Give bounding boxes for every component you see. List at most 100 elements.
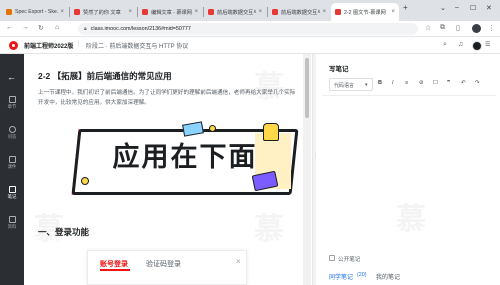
back-arrow-icon[interactable]: ← — [7, 72, 16, 82]
back-icon[interactable]: ← — [6, 24, 13, 31]
close-tab-icon[interactable]: × — [258, 9, 262, 15]
rail-item-chapters[interactable]: 章节 — [0, 96, 24, 110]
quote-button[interactable]: ❞ — [447, 80, 450, 86]
active-tab-underline — [100, 269, 130, 271]
coin-icon — [81, 177, 89, 185]
home-icon[interactable]: ⌂ — [55, 24, 59, 31]
public-note-checkbox[interactable] — [329, 255, 335, 261]
browser-tab-strip: Spec Export - Ske… × 赞然了的你 文章 × 编辑文章 - 慕… — [0, 0, 500, 21]
forward-icon[interactable]: → — [22, 24, 29, 31]
login-card-preview: 账号登录 验证码登录 × — [87, 250, 247, 285]
rail-item-materials[interactable]: 资料 — [0, 216, 24, 230]
tab-title: 2-2 图文节-慕课网 — [344, 9, 386, 16]
course-breadcrumb: 前端工程师2022版 | 阶段二 · 前后端数据交互与 HTTP 协议 ⌕ ♫ … — [0, 37, 500, 54]
user-avatar[interactable] — [472, 41, 482, 51]
menu-icon[interactable]: ☰ — [485, 41, 490, 48]
close-tab-icon[interactable]: × — [322, 9, 326, 15]
section-heading: 一、登录功能 — [38, 227, 90, 237]
list-button[interactable]: ≡ — [405, 80, 408, 86]
close-window-icon[interactable]: ✕ — [486, 4, 492, 12]
tab-title: 编辑文章 - 慕课网 — [151, 9, 192, 16]
italic-button[interactable]: I — [392, 80, 394, 86]
tab-favicon-icon — [74, 9, 80, 15]
tab-code-login[interactable]: 验证码登录 — [146, 259, 181, 269]
browser-tab[interactable]: 前后端数据交互与 × — [268, 3, 330, 21]
stage-title[interactable]: 阶段二 · 前后端数据交互与 HTTP 协议 — [86, 41, 188, 50]
tab-my-notes[interactable]: 我的笔记 — [376, 272, 400, 281]
maximize-icon[interactable]: ☐ — [470, 4, 476, 12]
new-tab-icon[interactable]: + — [403, 3, 408, 12]
browser-tab[interactable]: 前后端数据交互与 × — [204, 3, 266, 21]
rail-label: 章节 — [7, 104, 17, 109]
chevron-down-icon: ▾ — [365, 82, 368, 88]
image-button[interactable]: ☐ — [433, 80, 438, 86]
sidebar-icon[interactable]: ▯ — [456, 24, 460, 32]
bell-icon[interactable]: ♫ — [458, 41, 463, 48]
redo-button[interactable]: ↷ — [475, 80, 480, 86]
url-bar[interactable]: 🔒︎ class.imooc.com/lesson/2136#mid=50777 — [78, 23, 418, 35]
tab-title: Spec Export - Ske… — [15, 9, 59, 15]
tab-title: 前后端数据交互与 — [281, 9, 321, 16]
address-toolbar: ← → ↻ ⌂ 🔒︎ class.imooc.com/lesson/2136#m… — [0, 21, 500, 37]
rail-label: 课件 — [7, 164, 17, 169]
watermark: 慕 — [254, 204, 284, 248]
browser-tab-active[interactable]: 2-2 图文节-慕课网 × — [331, 3, 399, 21]
bold-button[interactable]: B — [378, 80, 382, 86]
breadcrumb-separator: | — [78, 41, 80, 47]
browser-tab[interactable]: Spec Export - Ske… × — [2, 3, 68, 21]
lesson-paragraph: 上一节课程中，我们初识了前后端通信。为了让同学们更好的理解前后端通信，老师再给大… — [38, 90, 296, 106]
classmates-notes-count: (20) — [357, 272, 367, 278]
tab-favicon-icon — [208, 9, 214, 15]
tab-favicon-icon — [335, 9, 341, 15]
tab-favicon-icon — [142, 9, 148, 15]
public-note-label: 公开笔记 — [338, 257, 361, 263]
close-tab-icon[interactable]: × — [128, 9, 132, 15]
search-icon[interactable]: ⌕ — [443, 41, 447, 49]
close-tab-icon[interactable]: × — [60, 9, 64, 15]
profile-avatar[interactable] — [472, 24, 481, 33]
question-icon — [8, 126, 16, 133]
imooc-logo-icon[interactable] — [9, 41, 18, 50]
rail-item-qa[interactable]: 问答 — [0, 126, 24, 140]
extensions-icon[interactable]: ⧉ — [440, 24, 445, 32]
file-icon — [8, 156, 16, 163]
rail-item-notes[interactable]: 笔记 — [0, 186, 24, 200]
folder-icon — [8, 216, 16, 223]
edit-icon — [8, 186, 16, 193]
close-tab-icon[interactable]: × — [391, 9, 395, 15]
note-editor[interactable] — [322, 95, 496, 235]
tab-favicon-icon — [272, 9, 278, 15]
coin-icon — [209, 125, 216, 132]
rail-label: 笔记 — [7, 194, 17, 199]
rail-item-courseware[interactable]: 课件 — [0, 156, 24, 170]
link-button[interactable]: ⊘ — [419, 80, 424, 86]
close-icon[interactable]: × — [236, 257, 241, 266]
tab-favicon-icon — [6, 9, 12, 15]
reload-icon[interactable]: ↻ — [38, 24, 44, 32]
notes-title: 写笔记 — [329, 66, 349, 73]
close-tab-icon[interactable]: × — [194, 9, 198, 15]
tab-search-icon[interactable]: ⌄ — [440, 4, 446, 12]
tab-account-login[interactable]: 账号登录 — [100, 259, 128, 269]
left-rail: ← 章节 问答 课件 笔记 资料 — [0, 54, 24, 285]
course-title[interactable]: 前端工程师2022版 — [24, 41, 73, 50]
lock-icon: 🔒︎ — [84, 26, 87, 32]
rail-label: 问答 — [7, 134, 17, 139]
minimize-icon[interactable]: – — [455, 4, 459, 11]
url-text: class.imooc.com/lesson/2136#mid=50777 — [90, 26, 191, 32]
scrollbar-thumb[interactable] — [305, 58, 309, 118]
tab-classmates-notes[interactable]: 同学笔记 — [329, 272, 353, 281]
bookmark-star-icon[interactable]: ☆ — [425, 24, 431, 32]
browser-tab[interactable]: 赞然了的你 文章 × — [70, 3, 136, 21]
tab-title: 赞然了的你 文章 — [83, 9, 121, 16]
browser-tab[interactable]: 编辑文章 - 慕课网 × — [138, 3, 202, 21]
banner-illustration: 应用在下面 — [71, 121, 300, 201]
rail-label: 资料 — [7, 224, 17, 229]
code-language-label: 代码语言 — [334, 83, 355, 89]
lesson-heading: 2-2 【拓展】前后端通信的常见应用 — [38, 71, 172, 81]
tab-title: 前后端数据交互与 — [217, 9, 257, 16]
code-language-select[interactable]: 代码语言 ▾ — [329, 78, 373, 91]
menu-dots-icon[interactable]: ⋮ — [488, 24, 495, 32]
list-icon — [8, 96, 16, 103]
undo-button[interactable]: ↶ — [461, 80, 466, 86]
